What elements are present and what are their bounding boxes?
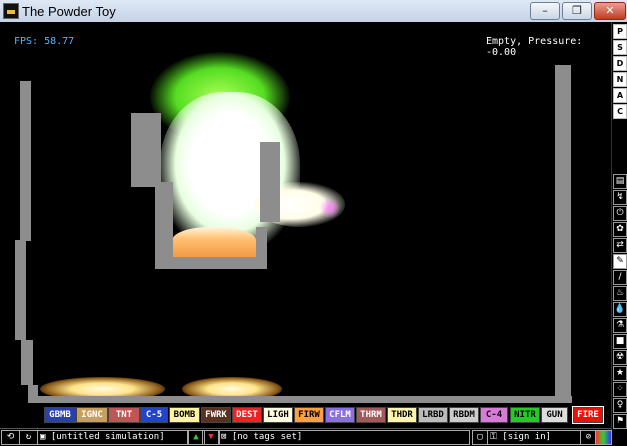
save-icon: ▣ xyxy=(40,432,46,442)
tag-icon: ⊠ xyxy=(221,432,227,442)
display-mode-icon[interactable] xyxy=(595,430,612,445)
flame-icon[interactable]: ♨ xyxy=(613,286,627,301)
slash-icon[interactable]: / xyxy=(613,270,627,285)
right-toolbar: P S D N A C ▤ ↯ ⏻ ✿ ⇄ ✎ / ♨ 💧 ⚗ ■ ☢ ★ ⁘ … xyxy=(611,22,627,445)
drop-icon[interactable]: 💧 xyxy=(613,302,627,317)
menu-button-a[interactable]: A xyxy=(613,88,627,103)
maximize-button[interactable]: ❐ xyxy=(562,2,592,20)
element-dest[interactable]: DEST xyxy=(232,407,262,423)
element-gbmb[interactable]: GBMB xyxy=(44,407,76,423)
bottom-bar: ⟲ ↻ ▣ [untitled simulation] ▲ ▼ ⊠ [no ta… xyxy=(0,428,612,446)
dots-icon[interactable]: ⁘ xyxy=(613,382,627,397)
element-fwrk[interactable]: FWRK xyxy=(201,407,231,423)
flask-icon[interactable]: ⚗ xyxy=(613,318,627,333)
sign-in-label: [sign in] xyxy=(502,432,552,442)
key-icon: ⚿ xyxy=(490,432,497,442)
element-rbdm[interactable]: RBDM xyxy=(449,407,479,423)
left-wall-middle xyxy=(15,240,26,340)
open-icon[interactable]: ⟲ xyxy=(1,430,20,445)
star-icon[interactable]: ★ xyxy=(613,366,627,381)
element-firw[interactable]: FIRW xyxy=(294,407,324,423)
tags-field[interactable]: ⊠ [no tags set] xyxy=(218,430,470,445)
element-lrbd[interactable]: LRBD xyxy=(418,407,448,423)
report-icon[interactable]: ▢ xyxy=(472,430,488,445)
element-nitr[interactable]: NITR xyxy=(510,407,540,423)
element-tnt[interactable]: TNT xyxy=(108,407,140,423)
tags-label: [no tags set] xyxy=(231,432,303,442)
element-c4[interactable]: C-4 xyxy=(480,407,508,423)
sign-in-button[interactable]: ⚿ [sign in] xyxy=(487,430,581,445)
left-wall-upper xyxy=(20,81,31,241)
explosion-pink-spark xyxy=(320,197,340,219)
container-left-wall xyxy=(155,182,173,267)
floor-wall xyxy=(36,396,572,403)
arrows-icon[interactable]: ⇄ xyxy=(613,238,627,253)
simulation-canvas[interactable]: FPS: 58.77 Empty, Pressure: -0.00 xyxy=(0,22,611,403)
right-wall xyxy=(555,65,571,401)
menu-button-s[interactable]: S xyxy=(613,40,627,55)
save-name-field[interactable]: ▣ [untitled simulation] xyxy=(37,430,189,445)
element-bomb[interactable]: BOMB xyxy=(169,407,200,423)
minimize-button[interactable]: – xyxy=(530,2,560,20)
flag-icon[interactable]: ⚑ xyxy=(613,414,627,429)
plug-icon[interactable]: ↯ xyxy=(613,190,627,205)
element-thrm[interactable]: THRM xyxy=(356,407,386,423)
settings-icon[interactable]: ▤ xyxy=(613,174,627,189)
molten-pool xyxy=(172,227,256,257)
container-right-block xyxy=(260,142,280,222)
element-thdr[interactable]: THDR xyxy=(387,407,417,423)
radiation-icon[interactable]: ☢ xyxy=(613,350,627,365)
window-title: The Powder Toy xyxy=(22,4,116,19)
title-bar[interactable]: The Powder Toy – ❐ ✕ xyxy=(0,0,627,23)
menu-button-d[interactable]: D xyxy=(613,56,627,71)
save-name-label: [untitled simulation] xyxy=(50,432,165,442)
reload-icon[interactable]: ↻ xyxy=(19,430,38,445)
element-ignc[interactable]: IGNC xyxy=(76,407,108,423)
menu-button-p[interactable]: P xyxy=(613,24,627,39)
close-button[interactable]: ✕ xyxy=(594,2,626,20)
fps-counter: FPS: 58.77 xyxy=(14,36,75,47)
container-right-wall xyxy=(256,227,267,269)
element-fire[interactable]: FIRE xyxy=(572,406,604,424)
container-top-left-block xyxy=(131,113,161,187)
gear-icon[interactable]: ✿ xyxy=(613,222,627,237)
element-palette: GBMB IGNC TNT C-5 BOMB FWRK DEST LIGH FI… xyxy=(44,406,604,424)
container-floor xyxy=(155,257,267,269)
pressure-readout: Empty, Pressure: -0.00 xyxy=(486,36,583,58)
element-gun[interactable]: GUN xyxy=(541,407,568,423)
element-ligh[interactable]: LIGH xyxy=(263,407,293,423)
app-icon xyxy=(3,3,19,19)
menu-button-n[interactable]: N xyxy=(613,72,627,87)
power-icon[interactable]: ⏻ xyxy=(613,206,627,221)
square-icon[interactable]: ■ xyxy=(613,334,627,349)
element-cflm[interactable]: CFLM xyxy=(325,407,355,423)
element-c5[interactable]: C-5 xyxy=(140,407,168,423)
menu-button-c[interactable]: C xyxy=(613,104,627,119)
bulb-icon[interactable]: ♀ xyxy=(613,398,627,413)
pencil-icon[interactable]: ✎ xyxy=(613,254,627,269)
left-wall-lower xyxy=(21,340,33,385)
